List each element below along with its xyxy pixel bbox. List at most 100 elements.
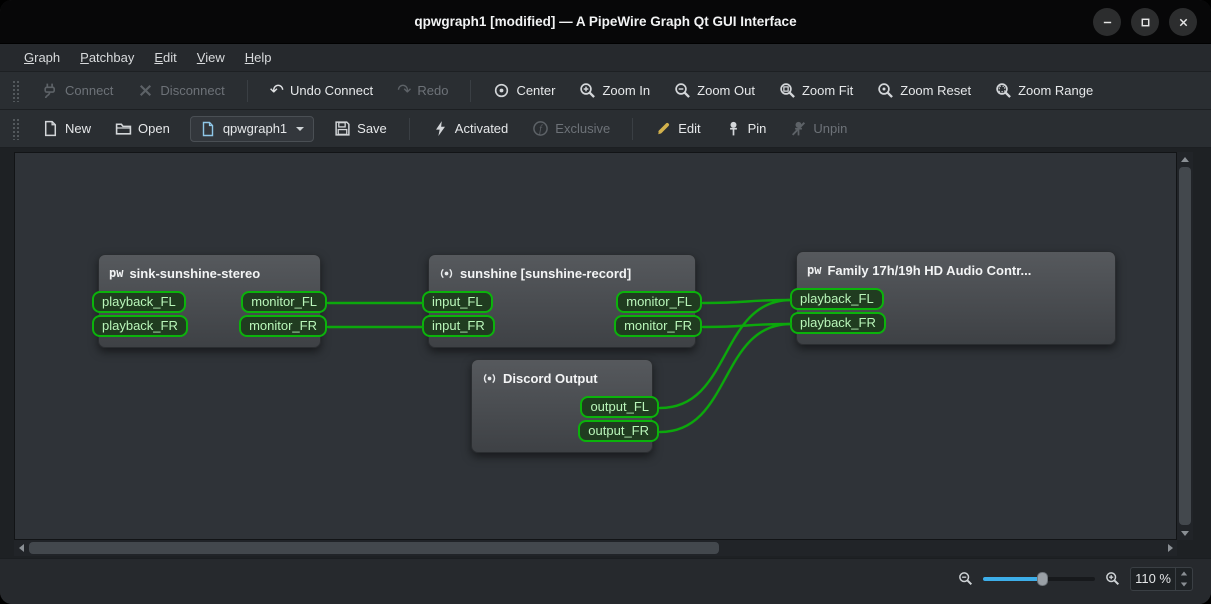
- dropdown-arrow-icon: [296, 127, 304, 131]
- undo-connect-button[interactable]: ↶ Undo Connect: [260, 78, 383, 104]
- port-input[interactable]: playback_FL: [92, 291, 186, 313]
- graph-toolbar: Connect Disconnect ↶ Undo Connect ↷ Redo…: [0, 72, 1211, 110]
- port-input[interactable]: playback_FL: [790, 288, 884, 310]
- port-output[interactable]: monitor_FL: [241, 291, 327, 313]
- open-button[interactable]: Open: [105, 115, 180, 142]
- zoom-reset-button[interactable]: Zoom Reset: [867, 77, 981, 104]
- graph-view: pw sink-sunshine-stereo playback_FL moni…: [0, 148, 1211, 558]
- zoom-in-icon: [579, 82, 596, 99]
- zoom-spin-up-button[interactable]: [1176, 568, 1192, 579]
- zoom-slider-handle[interactable]: [1037, 572, 1048, 586]
- port-input[interactable]: playback_FR: [92, 315, 188, 337]
- unpin-button[interactable]: Unpin: [780, 115, 857, 142]
- new-file-icon: [42, 120, 59, 137]
- title-bar[interactable]: qpwgraph1 [modified] — A PipeWire Graph …: [0, 0, 1211, 44]
- horizontal-scrollbar[interactable]: [14, 540, 1177, 556]
- node-sink-sunshine-stereo[interactable]: pw sink-sunshine-stereo playback_FL moni…: [98, 254, 321, 348]
- pipewire-icon: pw: [109, 266, 123, 280]
- pin-button[interactable]: Pin: [715, 115, 777, 142]
- node-title: Discord Output: [503, 371, 598, 386]
- port-output[interactable]: output_FR: [578, 420, 659, 442]
- zoom-in-button[interactable]: Zoom In: [569, 77, 660, 104]
- status-bar: 110 %: [0, 558, 1211, 604]
- node-discord-output[interactable]: Discord Output output_FL output_FR: [471, 359, 653, 453]
- save-button[interactable]: Save: [324, 115, 397, 142]
- scroll-right-arrow[interactable]: [1163, 540, 1177, 556]
- open-folder-icon: [115, 120, 132, 137]
- port-output[interactable]: output_FL: [580, 396, 659, 418]
- scroll-down-arrow[interactable]: [1177, 526, 1193, 540]
- toolbar-separator: [632, 118, 633, 140]
- menu-bar: Graph Patchbay Edit View Help: [0, 44, 1211, 72]
- menu-edit[interactable]: Edit: [144, 46, 186, 69]
- undo-icon: ↶: [270, 83, 284, 99]
- unpin-icon: [790, 120, 807, 137]
- vertical-scrollbar[interactable]: [1177, 152, 1193, 540]
- zoom-range-button[interactable]: Zoom Range: [985, 77, 1103, 104]
- zoom-spin-down-button[interactable]: [1176, 579, 1192, 590]
- activated-toggle[interactable]: Activated: [422, 115, 518, 142]
- scroll-left-arrow[interactable]: [14, 540, 28, 556]
- patchbay-selector[interactable]: qpwgraph1: [190, 116, 314, 142]
- toolbar-grip[interactable]: [12, 80, 20, 102]
- port-output[interactable]: monitor_FR: [614, 315, 702, 337]
- horizontal-scrollbar-handle[interactable]: [29, 542, 719, 554]
- port-output[interactable]: monitor_FL: [616, 291, 702, 313]
- vertical-scrollbar-handle[interactable]: [1179, 167, 1191, 525]
- minimize-button[interactable]: [1093, 8, 1121, 36]
- zoom-out-icon: [674, 82, 691, 99]
- exclusive-toggle[interactable]: Exclusive: [522, 115, 620, 142]
- port-input[interactable]: input_FR: [422, 315, 495, 337]
- node-sunshine[interactable]: sunshine [sunshine-record] input_FL moni…: [428, 254, 696, 348]
- new-button[interactable]: New: [32, 115, 101, 142]
- redo-icon: ↷: [397, 83, 411, 99]
- port-input[interactable]: input_FL: [422, 291, 493, 313]
- connect-icon: [42, 82, 59, 99]
- port-input[interactable]: playback_FR: [790, 312, 886, 334]
- maximize-button[interactable]: [1131, 8, 1159, 36]
- zoom-out-icon[interactable]: [958, 571, 973, 586]
- menu-patchbay[interactable]: Patchbay: [70, 46, 144, 69]
- menu-graph[interactable]: Graph: [14, 46, 70, 69]
- pencil-icon: [655, 120, 672, 137]
- toolbar-separator: [409, 118, 410, 140]
- zoom-fit-button[interactable]: Zoom Fit: [769, 77, 863, 104]
- toolbar-separator: [247, 80, 248, 102]
- exclusive-icon: [532, 120, 549, 137]
- patchbay-file-icon: [200, 121, 216, 137]
- graph-canvas[interactable]: pw sink-sunshine-stereo playback_FL moni…: [14, 152, 1177, 540]
- menu-help[interactable]: Help: [235, 46, 282, 69]
- zoom-in-icon[interactable]: [1105, 571, 1120, 586]
- edit-toggle[interactable]: Edit: [645, 115, 710, 142]
- port-output[interactable]: monitor_FR: [239, 315, 327, 337]
- pin-icon: [725, 120, 742, 137]
- close-button[interactable]: [1169, 8, 1197, 36]
- pipewire-icon: pw: [807, 263, 821, 277]
- scroll-up-arrow[interactable]: [1177, 152, 1193, 166]
- zoom-range-icon: [995, 82, 1012, 99]
- redo-button[interactable]: ↷ Redo: [387, 78, 458, 104]
- toolbar-grip[interactable]: [12, 118, 20, 140]
- zoom-spinbox[interactable]: 110 %: [1130, 567, 1193, 591]
- window-controls: [1093, 8, 1197, 36]
- node-title: sunshine [sunshine-record]: [460, 266, 631, 281]
- patchbay-toolbar: New Open qpwgraph1 Save Activated Exclus…: [0, 110, 1211, 148]
- disconnect-button[interactable]: Disconnect: [127, 77, 234, 104]
- minimize-icon: [1102, 17, 1113, 28]
- lightning-icon: [432, 120, 449, 137]
- patch-cable: [703, 300, 791, 303]
- record-icon: [482, 371, 497, 386]
- zoom-out-button[interactable]: Zoom Out: [664, 77, 765, 104]
- close-icon: [1178, 17, 1189, 28]
- center-icon: [493, 82, 510, 99]
- node-family-hd-audio[interactable]: pw Family 17h/19h HD Audio Contr... play…: [796, 251, 1116, 345]
- save-icon: [334, 120, 351, 137]
- menu-view[interactable]: View: [187, 46, 235, 69]
- zoom-slider[interactable]: [983, 571, 1095, 587]
- node-title: Family 17h/19h HD Audio Contr...: [827, 263, 1031, 278]
- zoom-reset-icon: [877, 82, 894, 99]
- toolbar-separator: [470, 80, 471, 102]
- connect-button[interactable]: Connect: [32, 77, 123, 104]
- maximize-icon: [1140, 17, 1151, 28]
- center-button[interactable]: Center: [483, 77, 565, 104]
